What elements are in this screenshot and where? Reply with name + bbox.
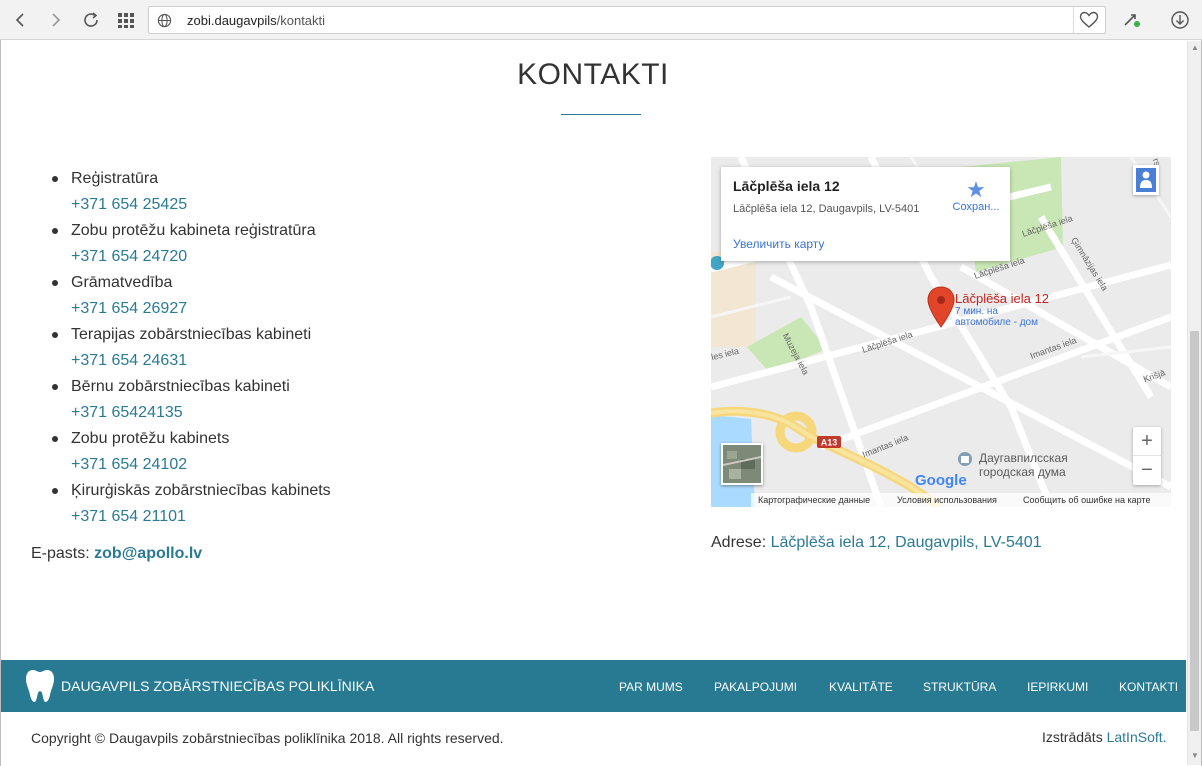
credit-label: Izstrādāts xyxy=(1042,729,1103,745)
browser-toolbar: zobi.daugavpils/kontakti xyxy=(0,0,1202,40)
scroll-thumb[interactable] xyxy=(1190,331,1199,731)
list-item: Reģistratūra +371 654 25425 xyxy=(50,166,331,218)
page-title: KONTAKTI xyxy=(517,58,669,91)
email-line: E-pasts: zob@apollo.lv xyxy=(31,545,202,563)
google-logo: Google xyxy=(915,472,967,489)
google-map[interactable]: A13 Lāčplēša iela Lāčplēša iela Lāčplēša… xyxy=(711,157,1171,507)
route-line-1: 7 мин. на xyxy=(955,306,998,317)
list-item: Zobu protēžu kabineta reģistratūra +371 6… xyxy=(50,218,331,270)
phone-link[interactable]: +371 654 25425 xyxy=(71,192,331,218)
enlarge-map-link[interactable]: Увеличить карту xyxy=(733,237,824,251)
zoom-in-button[interactable]: + xyxy=(1133,427,1161,456)
info-card-address: Lāčplēša iela 12, Daugavpils, LV-5401 xyxy=(733,203,920,215)
footer-nav-par-mums[interactable]: PAR MUMS xyxy=(619,680,683,694)
footer-nav-pakalpojumi[interactable]: PAKALPOJUMI xyxy=(714,680,797,694)
globe-icon xyxy=(157,13,172,33)
footer-nav-bar: DAUGAVPILS ZOBĀRSTNIECĪBAS POLIKLĪNIKA P… xyxy=(1,660,1186,712)
map-report-link[interactable]: Сообщить об ошибке на карте xyxy=(1023,493,1150,507)
satellite-toggle[interactable] xyxy=(721,443,763,485)
list-item: Zobu protēžu kabinets +371 654 24102 xyxy=(50,426,331,478)
zoom-control: + − xyxy=(1133,427,1161,485)
copyright-text: Copyright © Daugavpils zobārstniecības p… xyxy=(31,730,504,746)
brand-name: DAUGAVPILS ZOBĀRSTNIECĪBAS POLIKLĪNIKA xyxy=(61,678,375,694)
address-line: Adrese: Lāčplēša iela 12, Daugavpils, LV… xyxy=(711,534,1042,552)
landmark-line-1: Даугавпилсская xyxy=(979,451,1068,465)
map-pin-label[interactable]: Lāčplēša iela 12 xyxy=(955,291,1049,306)
landmark-line-2: городская дума xyxy=(979,465,1066,479)
list-item: Terapijas zobārstniecības kabineti +371 6… xyxy=(50,322,331,374)
map-terms-link[interactable]: Условия использования xyxy=(897,493,997,507)
list-item: Bērnu zobārstniecības kabineti +371 65424… xyxy=(50,374,331,426)
contact-label: Ķirurģiskās zobārstniecības kabinets xyxy=(71,482,331,499)
reload-icon[interactable] xyxy=(77,6,105,34)
road-badge: A13 xyxy=(821,438,838,448)
scroll-up-icon[interactable]: ▲ xyxy=(1188,41,1202,55)
phone-link[interactable]: +371 654 21101 xyxy=(71,504,331,530)
tooth-icon xyxy=(26,670,54,702)
save-button[interactable]: ★ Сохран... xyxy=(946,177,1006,214)
list-item: Grāmatvedība +371 654 26927 xyxy=(50,270,331,322)
scrollbar[interactable]: ▲ ▼ xyxy=(1187,41,1201,765)
zoom-out-button[interactable]: − xyxy=(1133,456,1161,485)
footer-nav-struktura[interactable]: STRUKTŪRA xyxy=(923,680,996,694)
list-item: Ķirurģiskās zobārstniecības kabinets +371… xyxy=(50,478,331,530)
scroll-down-icon[interactable]: ▼ xyxy=(1188,749,1202,763)
phone-link[interactable]: +371 65424135 xyxy=(71,400,331,426)
extension-icon[interactable] xyxy=(1118,6,1146,34)
address-link[interactable]: Lāčplēša iela 12, Daugavpils, LV-5401 xyxy=(771,534,1042,551)
contacts-list: Reģistratūra +371 654 25425 Zobu protēžu … xyxy=(50,166,331,530)
download-icon[interactable] xyxy=(1166,6,1194,34)
map-data-link[interactable]: Картографические данные xyxy=(758,493,870,507)
email-label: E-pasts: xyxy=(31,545,90,562)
footer-nav-kvalitate[interactable]: KVALITĀTE xyxy=(829,680,893,694)
info-card-title: Lāčplēša iela 12 xyxy=(733,178,840,194)
developer-credit: Izstrādāts LatInSoft. xyxy=(1042,729,1167,745)
url-path: /kontakti xyxy=(276,13,326,28)
map-info-card: Lāčplēša iela 12 Lāčplēša iela 12, Dauga… xyxy=(721,167,1010,261)
phone-link[interactable]: +371 654 24102 xyxy=(71,452,331,478)
contact-label: Grāmatvedība xyxy=(71,274,173,291)
save-label: Сохран... xyxy=(952,201,1000,213)
footer-nav-kontakti[interactable]: KONTAKTI xyxy=(1119,680,1178,694)
heart-icon[interactable] xyxy=(1079,11,1099,34)
phone-link[interactable]: +371 654 24631 xyxy=(71,348,331,374)
url-divider xyxy=(1073,7,1074,33)
map-attribution: Картографические данные Условия использо… xyxy=(751,493,1171,507)
url-text[interactable]: zobi.daugavpils/kontakti xyxy=(187,13,325,28)
url-host: zobi.daugavpils xyxy=(187,13,277,28)
contact-label: Bērnu zobārstniecības kabineti xyxy=(71,378,290,395)
title-underline xyxy=(561,114,641,115)
address-bar[interactable]: zobi.daugavpils/kontakti xyxy=(148,6,1106,34)
brand-logo[interactable]: DAUGAVPILS ZOBĀRSTNIECĪBAS POLIKLĪNIKA xyxy=(25,666,374,706)
forward-icon[interactable] xyxy=(42,6,70,34)
footer-nav-iepirkumi[interactable]: IEPIRKUMI xyxy=(1027,680,1088,694)
street-view-pegman-icon[interactable] xyxy=(1133,165,1159,195)
back-icon[interactable] xyxy=(6,6,34,34)
phone-link[interactable]: +371 654 26927 xyxy=(71,296,331,322)
apps-grid-icon[interactable] xyxy=(112,6,140,34)
route-line-2: автомобиле - дом xyxy=(955,317,1038,328)
contact-label: Zobu protēžu kabineta reģistratūra xyxy=(71,222,316,239)
address-label: Adrese: xyxy=(711,534,767,551)
contact-label: Zobu protēžu kabinets xyxy=(71,430,230,447)
contact-label: Terapijas zobārstniecības kabineti xyxy=(71,326,312,343)
landmark-label[interactable]: Даугавпилсская городская дума xyxy=(979,451,1068,479)
map-pin-route[interactable]: 7 мин. на автомобиле - дом xyxy=(955,306,1038,328)
star-icon: ★ xyxy=(966,177,986,202)
credit-link[interactable]: LatInSoft. xyxy=(1107,729,1167,745)
phone-link[interactable]: +371 654 24720 xyxy=(71,244,331,270)
email-link[interactable]: zob@apollo.lv xyxy=(94,545,202,562)
contact-label: Reģistratūra xyxy=(71,170,159,187)
google-wordmark: Google xyxy=(915,472,967,489)
